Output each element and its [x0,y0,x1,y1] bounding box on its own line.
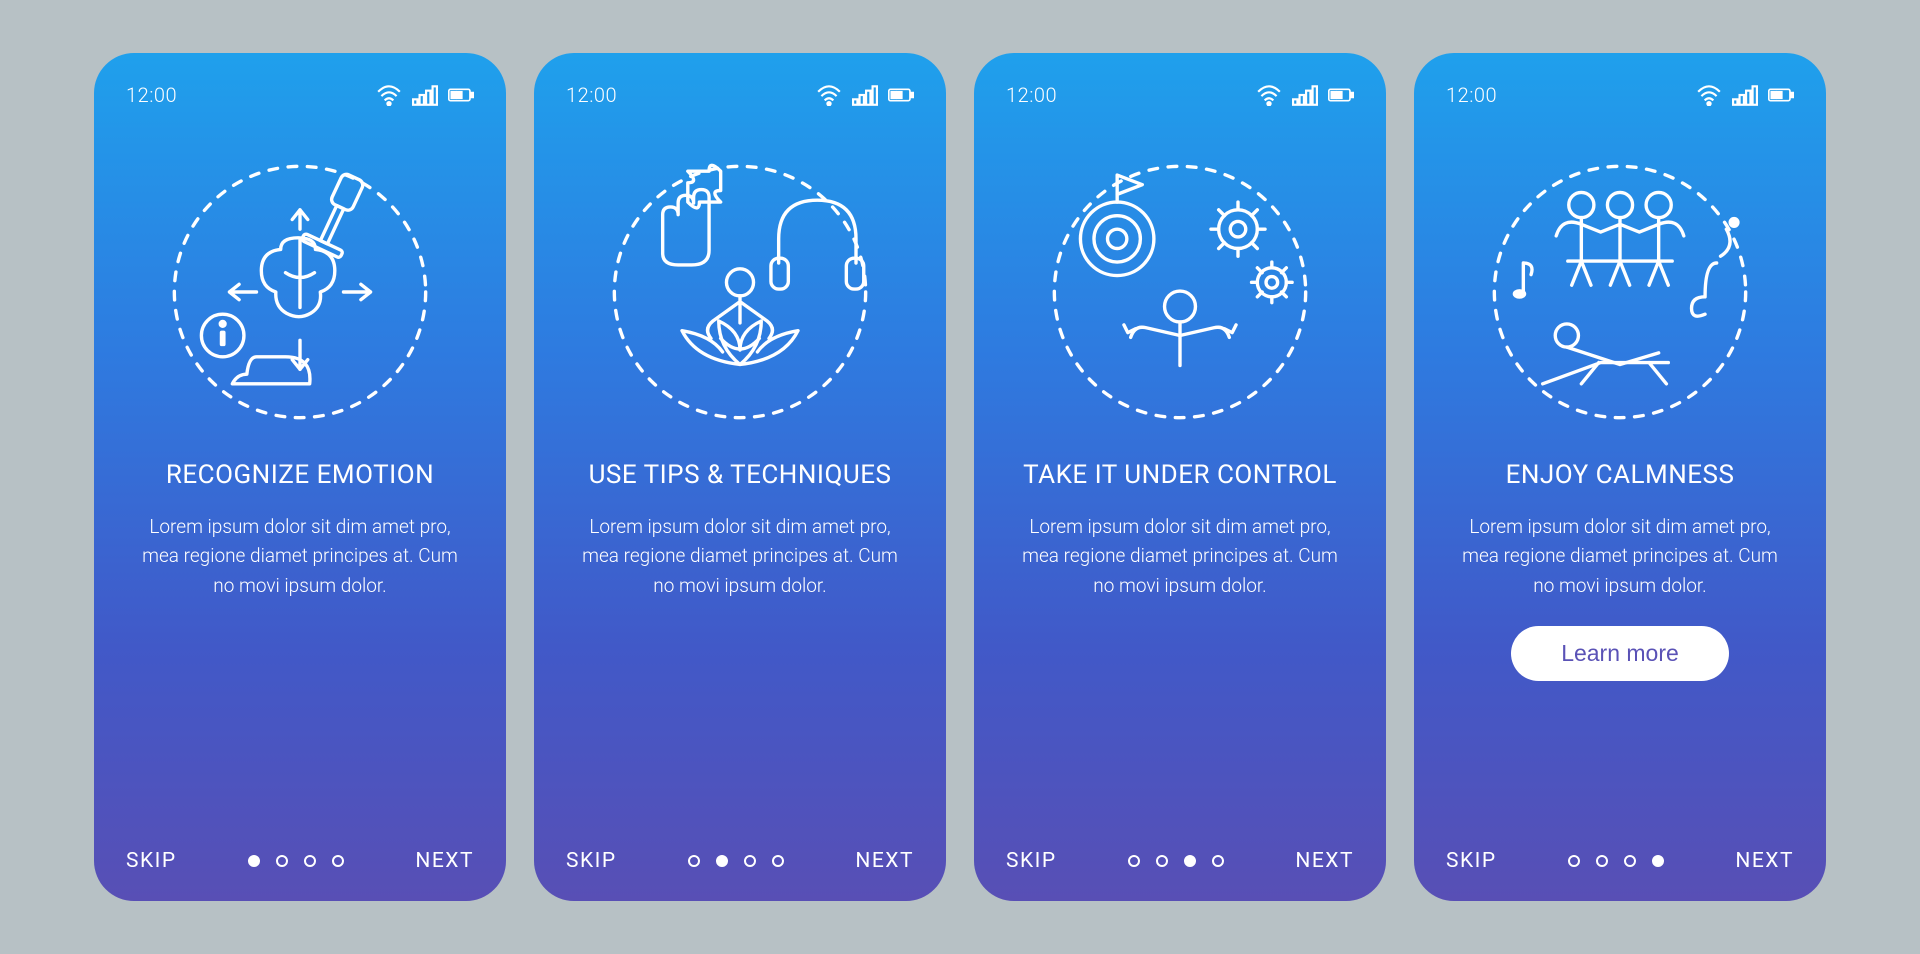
dot-3[interactable] [304,855,316,867]
signal-icon [1732,84,1758,106]
status-icons [1256,84,1354,106]
skip-button[interactable]: SKIP [126,849,177,873]
bottom-nav: SKIP NEXT [1006,849,1354,873]
wifi-icon [376,84,402,106]
status-bar: 12:00 [1446,83,1794,107]
status-time: 12:00 [566,83,617,107]
bottom-nav: SKIP NEXT [126,849,474,873]
dot-3[interactable] [1184,855,1196,867]
status-time: 12:00 [1446,83,1497,107]
status-bar: 12:00 [1006,83,1354,107]
bottom-nav: SKIP NEXT [1446,849,1794,873]
dot-3[interactable] [744,855,756,867]
next-button[interactable]: NEXT [855,849,914,873]
dot-2[interactable] [276,855,288,867]
screen-title: Enjoy calmness [1446,460,1794,490]
battery-icon [1328,84,1354,106]
skip-button[interactable]: SKIP [566,849,617,873]
illustration-under-control [1006,142,1354,442]
illustration-enjoy-calmness [1446,142,1794,442]
status-time: 12:00 [1006,83,1057,107]
dot-4[interactable] [772,855,784,867]
onboarding-screen-2: 12:00 Use tips & techniques Lorem ipsum … [534,53,946,901]
dot-4[interactable] [332,855,344,867]
illustration-recognize-emotion [126,142,474,442]
signal-icon [852,84,878,106]
status-bar: 12:00 [126,83,474,107]
dot-4[interactable] [1212,855,1224,867]
dot-3[interactable] [1624,855,1636,867]
dot-1[interactable] [688,855,700,867]
skip-button[interactable]: SKIP [1446,849,1497,873]
screen-description: Lorem ipsum dolor sit dim amet pro, mea … [126,512,474,600]
signal-icon [1292,84,1318,106]
learn-more-button[interactable]: Learn more [1511,626,1729,681]
skip-button[interactable]: SKIP [1006,849,1057,873]
screen-title: Recognize emotion [126,460,474,490]
status-icons [376,84,474,106]
screen-description: Lorem ipsum dolor sit dim amet pro, mea … [1446,512,1794,600]
dot-4[interactable] [1652,855,1664,867]
screen-title: Take it under control [1006,460,1354,490]
bottom-nav: SKIP NEXT [566,849,914,873]
next-button[interactable]: NEXT [1295,849,1354,873]
screen-description: Lorem ipsum dolor sit dim amet pro, mea … [566,512,914,600]
dot-1[interactable] [248,855,260,867]
onboarding-screen-4: 12:00 [1414,53,1826,901]
battery-icon [1768,84,1794,106]
screen-description: Lorem ipsum dolor sit dim amet pro, mea … [1006,512,1354,600]
battery-icon [448,84,474,106]
dot-2[interactable] [716,855,728,867]
status-time: 12:00 [126,83,177,107]
dot-1[interactable] [1568,855,1580,867]
page-indicator [1128,855,1224,867]
signal-icon [412,84,438,106]
wifi-icon [1256,84,1282,106]
page-indicator [688,855,784,867]
illustration-tips-techniques [566,142,914,442]
battery-icon [888,84,914,106]
next-button[interactable]: NEXT [415,849,474,873]
onboarding-screen-3: 12:00 Take it [974,53,1386,901]
status-icons [816,84,914,106]
status-icons [1696,84,1794,106]
wifi-icon [816,84,842,106]
screen-title: Use tips & techniques [566,460,914,490]
dot-2[interactable] [1596,855,1608,867]
dot-2[interactable] [1156,855,1168,867]
status-bar: 12:00 [566,83,914,107]
dot-1[interactable] [1128,855,1140,867]
next-button[interactable]: NEXT [1735,849,1794,873]
onboarding-screen-1: 12:00 [94,53,506,901]
page-indicator [1568,855,1664,867]
page-indicator [248,855,344,867]
wifi-icon [1696,84,1722,106]
